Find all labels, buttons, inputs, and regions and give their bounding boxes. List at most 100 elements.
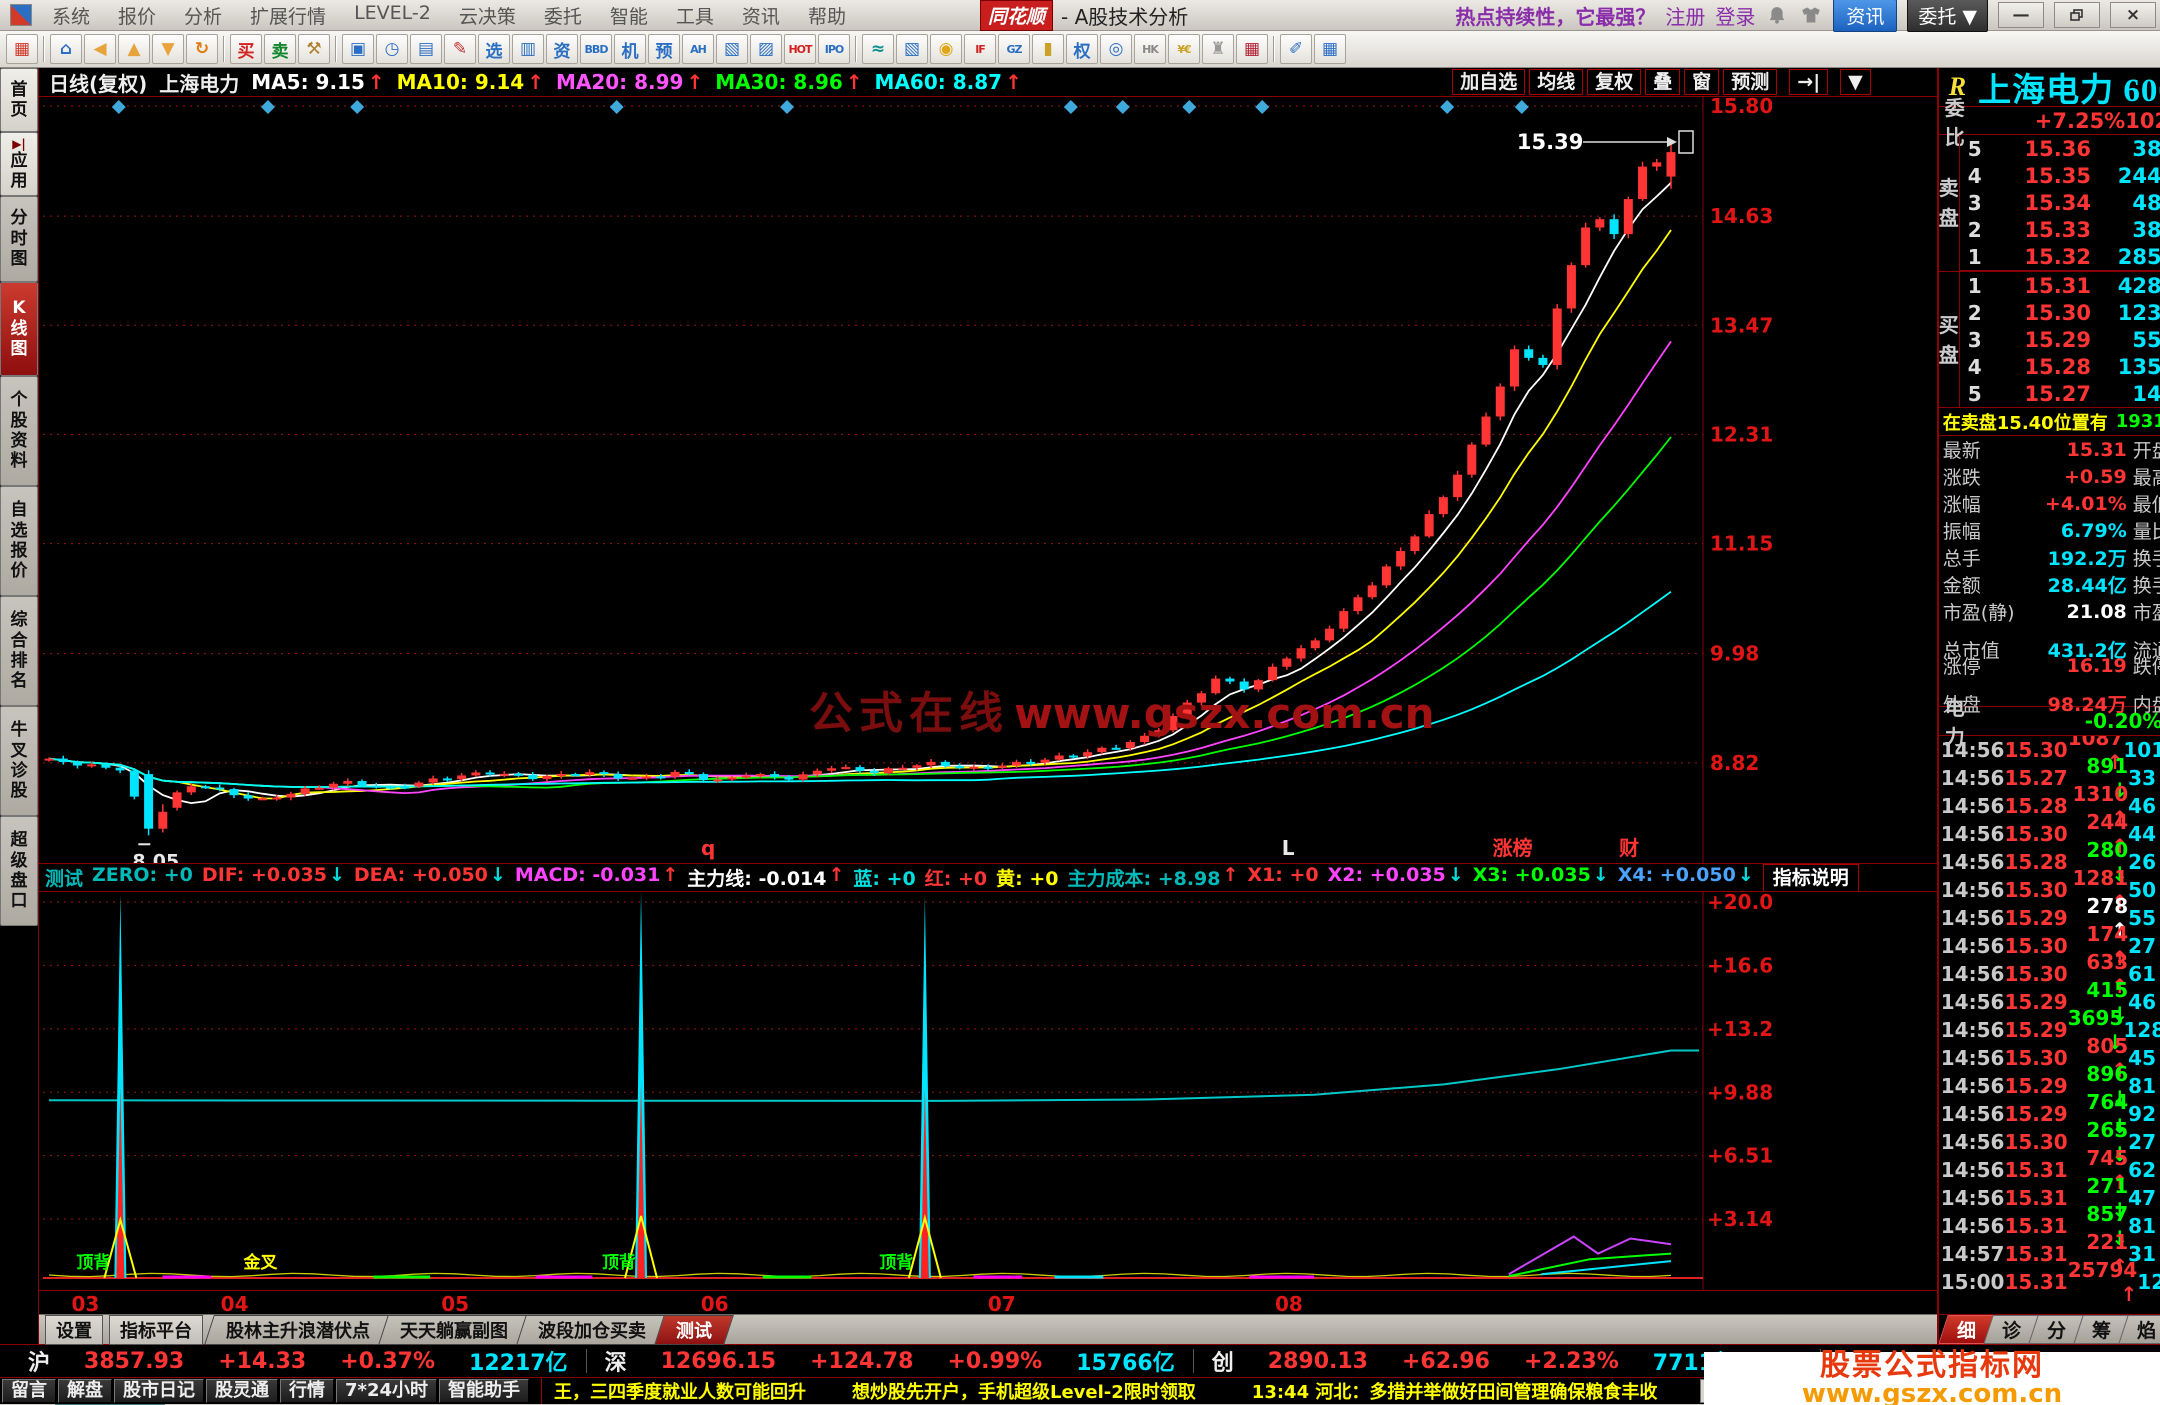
sell-level-row[interactable]: 3 15.34 489 [1960,189,2160,216]
menu-LEVEL-2[interactable]: LEVEL-2 [340,2,445,29]
sidebar-item-超级盘口[interactable]: 超级盘口 [0,816,38,926]
ticker-ad[interactable]: 想炒股先开户，手机超级Level-2限时领取 [852,1378,1196,1404]
large-order-alert[interactable]: 在卖盘15.40位置有 1931 手 卖单! 查看详细 [1938,408,2160,436]
bottom-button-留言[interactable]: 留言 [2,1379,56,1403]
fx-icon[interactable]: ¥€ [1168,34,1200,64]
robot-icon[interactable]: 机 [614,34,646,64]
menu-分析[interactable]: 分析 [170,2,236,29]
menu-系统[interactable]: 系统 [38,2,104,29]
tab-指标平台[interactable]: 指标平台 [109,1314,203,1345]
kline-icon[interactable]: ▧ [896,34,928,64]
compass-icon[interactable]: ◎ [1100,34,1132,64]
doc-icon[interactable]: ▥ [512,34,544,64]
promo-text[interactable]: 热点持续性，它最强？ [1455,1,1655,30]
coin-icon[interactable]: ◉ [930,34,962,64]
info-icon[interactable]: 资 [546,34,578,64]
sell-level-row[interactable]: 2 15.33 385 [1960,216,2160,243]
chart-button-叠[interactable]: 叠 [1645,69,1681,95]
sidebar-item-个股资料[interactable]: 个股资料 [0,376,38,486]
period-label[interactable]: 日线(复权) [49,68,147,97]
menu-资讯[interactable]: 资讯 [728,2,794,29]
buy-icon[interactable]: 买 [230,34,262,64]
close-button[interactable]: × [2110,2,2156,28]
menu-帮助[interactable]: 帮助 [794,2,860,29]
sidebar-item-分时图[interactable]: 分时图 [0,196,38,282]
if-icon[interactable]: IF [964,34,996,64]
trend-icon[interactable]: ≈ [862,34,894,64]
minimize-button[interactable]: — [1998,2,2044,28]
menu-扩展行情[interactable]: 扩展行情 [236,2,340,29]
rights-icon[interactable]: 权 [1066,34,1098,64]
refresh-icon[interactable]: ↻ [186,34,218,64]
gz-icon[interactable]: GZ [998,34,1030,64]
sidebar-item-自选报价[interactable]: 自选报价 [0,486,38,596]
down-icon[interactable]: ▼ [152,34,184,64]
board-icon[interactable]: ▦ [1314,34,1346,64]
news-button[interactable]: 资讯 [1833,0,1898,32]
back-icon[interactable]: ◀ [84,34,116,64]
buy-level-row[interactable]: 1 15.31 4286 [1960,272,2160,299]
bottom-button-行情[interactable]: 行情 [280,1379,334,1403]
ths-grid-icon[interactable]: ▦ [6,34,38,64]
gold-icon[interactable]: ▮ [1032,34,1064,64]
up-icon[interactable]: ▲ [118,34,150,64]
report-icon[interactable]: ▤ [410,34,442,64]
jump-icon[interactable]: →| [1789,69,1829,95]
hot-icon[interactable]: HOT [784,34,816,64]
menu-委托[interactable]: 委托 [530,2,596,29]
tab-股林主升浪潜伏点[interactable]: 股林主升浪潜伏点 [204,1314,392,1345]
shirt-icon[interactable] [1799,4,1823,26]
menu-报价[interactable]: 报价 [104,2,170,29]
edit2-icon[interactable]: ✐ [1280,34,1312,64]
tick-row[interactable]: 14:56 15.29 415 ↓ 46 [1939,978,2160,1026]
sidebar-item-应用[interactable]: ▶| 应用 [0,132,38,196]
chevron-down-icon[interactable]: ▼ [1840,69,1871,95]
edit-icon[interactable]: ✎ [444,34,476,64]
chart-button-窗[interactable]: 窗 [1684,69,1720,95]
login-link[interactable]: 登录 [1715,1,1755,30]
news-page-icon[interactable]: ▧ [716,34,748,64]
favorite-folder-icon[interactable]: ▣ [342,34,374,64]
tab-设置[interactable]: 设置 [45,1314,103,1345]
restore-button[interactable] [2054,2,2100,28]
home-icon[interactable]: ⌂ [50,34,82,64]
sell-level-row[interactable]: 5 15.36 381 [1960,135,2160,162]
auction-icon[interactable]: ⚒ [298,34,330,64]
chart-button-复权[interactable]: 复权 [1587,69,1642,95]
buy-level-row[interactable]: 5 15.27 141 [1960,380,2160,407]
bottom-button-7*24小时[interactable]: 7*24小时 [336,1379,437,1403]
register-link[interactable]: 注册 [1665,1,1705,30]
tab-测试[interactable]: 测试 [654,1314,734,1345]
menu-云决策[interactable]: 云决策 [445,2,530,29]
sidebar-item-综合排名[interactable]: 综合排名 [0,596,38,706]
bottom-button-解盘[interactable]: 解盘 [58,1379,112,1403]
menu-智能[interactable]: 智能 [596,2,662,29]
chart-button-加自选[interactable]: 加自选 [1452,69,1526,95]
buy-level-row[interactable]: 2 15.30 1238 [1960,299,2160,326]
tick-list[interactable]: 14:5615.301087 ↑10114:5615.27891 ↓3314:5… [1939,736,2160,1314]
sell-level-row[interactable]: 4 15.35 2443 [1960,162,2160,189]
tab-天天躺赢副图[interactable]: 天天躺赢副图 [378,1314,530,1345]
indicator-plot[interactable]: +20.00 +16.63 +13.25 +9.88 +6.51 +3.14 顶背 金叉 顶背 顶… [39,890,1937,1291]
bottom-button-股市日记[interactable]: 股市日记 [114,1379,204,1403]
clock-icon[interactable]: ◷ [376,34,408,64]
ipo-icon[interactable]: IPO [818,34,850,64]
buy-level-row[interactable]: 4 15.28 1358 [1960,353,2160,380]
bell-icon[interactable] [1765,4,1789,26]
sidebar-item-牛叉诊股[interactable]: 牛叉诊股 [0,706,38,816]
forecast-icon[interactable]: 预 [648,34,680,64]
chart-button-均线[interactable]: 均线 [1529,69,1584,95]
menu-工具[interactable]: 工具 [662,2,728,29]
tab-波段加仓买卖[interactable]: 波段加仓买卖 [516,1314,668,1345]
page-icon[interactable]: ▨ [750,34,782,64]
sidebar-item-K线图[interactable]: K线图 [0,282,38,376]
indicator-help-button[interactable]: 指标说明 [1762,864,1859,892]
us-flag-icon[interactable]: ▦ [1236,34,1268,64]
bottom-button-智能助手[interactable]: 智能助手 [439,1379,529,1403]
stock-pick-icon[interactable]: 选 [478,34,510,64]
candlestick-plot[interactable]: 15.80 14.63 13.47 12.31 11.15 9.98 8.82 8.05 15.… [39,94,1937,872]
sell-level-row[interactable]: 1 15.32 2855 [1959,243,2160,271]
bbd-icon[interactable]: BBD [580,34,612,64]
buy-level-row[interactable]: 3 15.29 555 [1960,326,2160,353]
chart-button-预测[interactable]: 预测 [1723,69,1778,95]
